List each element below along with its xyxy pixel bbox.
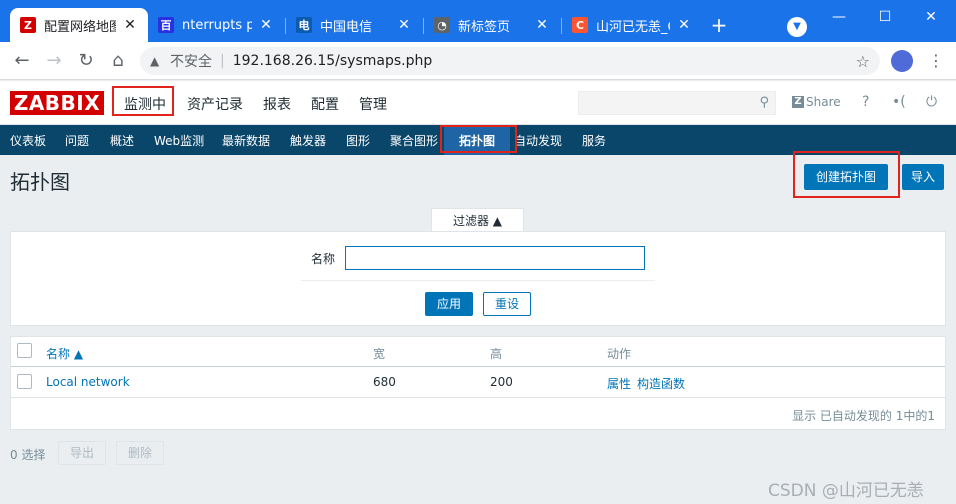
browser-tab[interactable]: 电 中国电信 ✕	[286, 8, 422, 42]
column-header-actions: 动作	[607, 347, 632, 361]
menu-reports[interactable]: 报表	[263, 94, 291, 114]
baidu-favicon-icon: 百	[158, 17, 174, 33]
highlight-box	[112, 86, 174, 116]
divider: |	[220, 53, 225, 69]
subnav-services[interactable]: 服务	[582, 132, 606, 149]
search-icon[interactable]: ⚲	[759, 95, 769, 110]
zabbix-logo[interactable]: ZABBIX	[10, 91, 104, 115]
header-divider	[11, 366, 945, 367]
row-divider	[11, 397, 945, 398]
menu-administration[interactable]: 管理	[359, 94, 387, 114]
map-height: 200	[490, 375, 513, 389]
apply-filter-button[interactable]: 应用	[425, 292, 473, 316]
subnav-screens[interactable]: 聚合图形	[390, 132, 438, 149]
reset-filter-button[interactable]: 重设	[483, 292, 531, 316]
url-text: 192.168.26.15/sysmaps.php	[232, 53, 433, 69]
zabbix-share-icon: Z	[792, 96, 804, 108]
subnav-dashboard[interactable]: 仪表板	[10, 132, 46, 149]
minimize-icon[interactable]: —	[816, 6, 862, 28]
profile-avatar[interactable]	[891, 50, 913, 72]
global-search-input[interactable]: ⚲	[578, 91, 776, 115]
export-button[interactable]: 导出	[58, 441, 106, 465]
bookmark-star-icon[interactable]: ☆	[856, 52, 870, 71]
filter-panel: 名称 应用 重设	[10, 231, 946, 326]
column-header-name[interactable]: 名称 ▲	[46, 345, 83, 362]
sign-out-icon[interactable]: ⏻	[926, 94, 937, 110]
map-name-link[interactable]: Local network	[46, 375, 130, 389]
delete-button[interactable]: 删除	[116, 441, 164, 465]
browser-tab[interactable]: ◔ 新标签页 ✕	[424, 8, 560, 42]
map-width: 680	[373, 375, 396, 389]
back-icon[interactable]: ←	[10, 49, 34, 73]
subnav-triggers[interactable]: 触发器	[290, 132, 326, 149]
browser-tab[interactable]: 百 nterrupts per ✕	[148, 8, 284, 42]
filter-divider	[301, 280, 655, 281]
close-tab-icon[interactable]: ✕	[258, 17, 274, 33]
zabbix-favicon-icon: Z	[20, 17, 36, 33]
maximize-icon[interactable]: ☐	[862, 6, 908, 28]
close-tab-icon[interactable]: ✕	[534, 17, 550, 33]
selected-count: 0 选择	[10, 448, 46, 462]
highlight-box	[793, 151, 900, 198]
column-header-width: 宽	[373, 347, 386, 361]
csdn-favicon-icon: C	[572, 17, 588, 33]
subnav-graphs[interactable]: 图形	[346, 132, 370, 149]
properties-link[interactable]: 属性	[607, 375, 631, 392]
subnav-latest-data[interactable]: 最新数据	[222, 132, 270, 149]
subnav-overview[interactable]: 概述	[110, 132, 134, 149]
select-all-checkbox[interactable]	[17, 343, 32, 358]
insecure-label: 不安全	[170, 54, 212, 70]
filter-toggle-tab[interactable]: 过滤器 ▲	[431, 208, 524, 232]
constructor-link[interactable]: 构造函数	[637, 375, 685, 392]
column-header-height: 高	[490, 347, 503, 361]
row-checkbox[interactable]	[17, 374, 32, 389]
subnav-web[interactable]: Web监测	[154, 132, 204, 149]
watermark: CSDN @山河已无恙	[768, 481, 924, 501]
zabbix-header: ZABBIX 监测中 资产记录 报表 配置 管理 ⚲ Z Share ? •( …	[0, 81, 956, 125]
tab-title: 配置网络地图	[44, 19, 116, 35]
warning-icon: ▲	[150, 54, 160, 68]
browser-menu-icon[interactable]: ⋮	[928, 50, 944, 72]
tab-title: 山河已无恙_C	[596, 19, 670, 35]
filter-name-label: 名称	[311, 252, 336, 266]
page-title: 拓扑图	[10, 170, 70, 194]
help-icon[interactable]: ?	[862, 94, 869, 110]
import-button[interactable]: 导入	[902, 164, 944, 190]
share-link[interactable]: Z Share	[792, 95, 841, 109]
browser-tab-active[interactable]: Z 配置网络地图 ✕	[10, 8, 148, 42]
menu-configuration[interactable]: 配置	[311, 94, 339, 114]
reload-icon[interactable]: ↻	[74, 49, 98, 73]
browser-toolbar: ← → ↻ ⌂ ▲ 不安全 | 192.168.26.15/sysmaps.ph…	[0, 42, 956, 80]
telecom-favicon-icon: 电	[296, 17, 312, 33]
highlight-box	[440, 125, 517, 153]
tab-search-icon[interactable]: ▼	[787, 17, 807, 37]
maps-table: 名称 ▲ 宽 高 动作 Local network 680 200 属性 构造函…	[10, 336, 946, 430]
subnav-discovery[interactable]: 自动发现	[514, 132, 562, 149]
tab-title: nterrupts per	[182, 17, 252, 33]
close-tab-icon[interactable]: ✕	[122, 17, 138, 33]
newtab-favicon-icon: ◔	[434, 17, 450, 33]
close-window-icon[interactable]: ✕	[908, 6, 954, 28]
close-tab-icon[interactable]: ✕	[676, 17, 692, 33]
browser-tabstrip: Z 配置网络地图 ✕ 百 nterrupts per ✕ 电 中国电信 ✕ ◔ …	[0, 0, 956, 42]
tab-title: 中国电信	[320, 19, 373, 35]
menu-inventory[interactable]: 资产记录	[187, 94, 243, 114]
forward-icon[interactable]: →	[42, 49, 66, 73]
share-label: Share	[806, 95, 841, 109]
table-footer-count: 显示 已自动发现的 1中的1	[792, 409, 935, 423]
new-tab-icon[interactable]: +	[706, 12, 732, 38]
home-icon[interactable]: ⌂	[106, 49, 130, 73]
filter-name-input[interactable]	[345, 246, 645, 270]
tab-title: 新标签页	[458, 19, 511, 35]
close-tab-icon[interactable]: ✕	[396, 17, 412, 33]
browser-tab[interactable]: C 山河已无恙_C ✕	[562, 8, 702, 42]
address-bar[interactable]: ▲ 不安全 | 192.168.26.15/sysmaps.php ☆	[140, 47, 880, 75]
user-profile-icon[interactable]: •(	[892, 94, 906, 110]
subnav-problems[interactable]: 问题	[65, 132, 89, 149]
